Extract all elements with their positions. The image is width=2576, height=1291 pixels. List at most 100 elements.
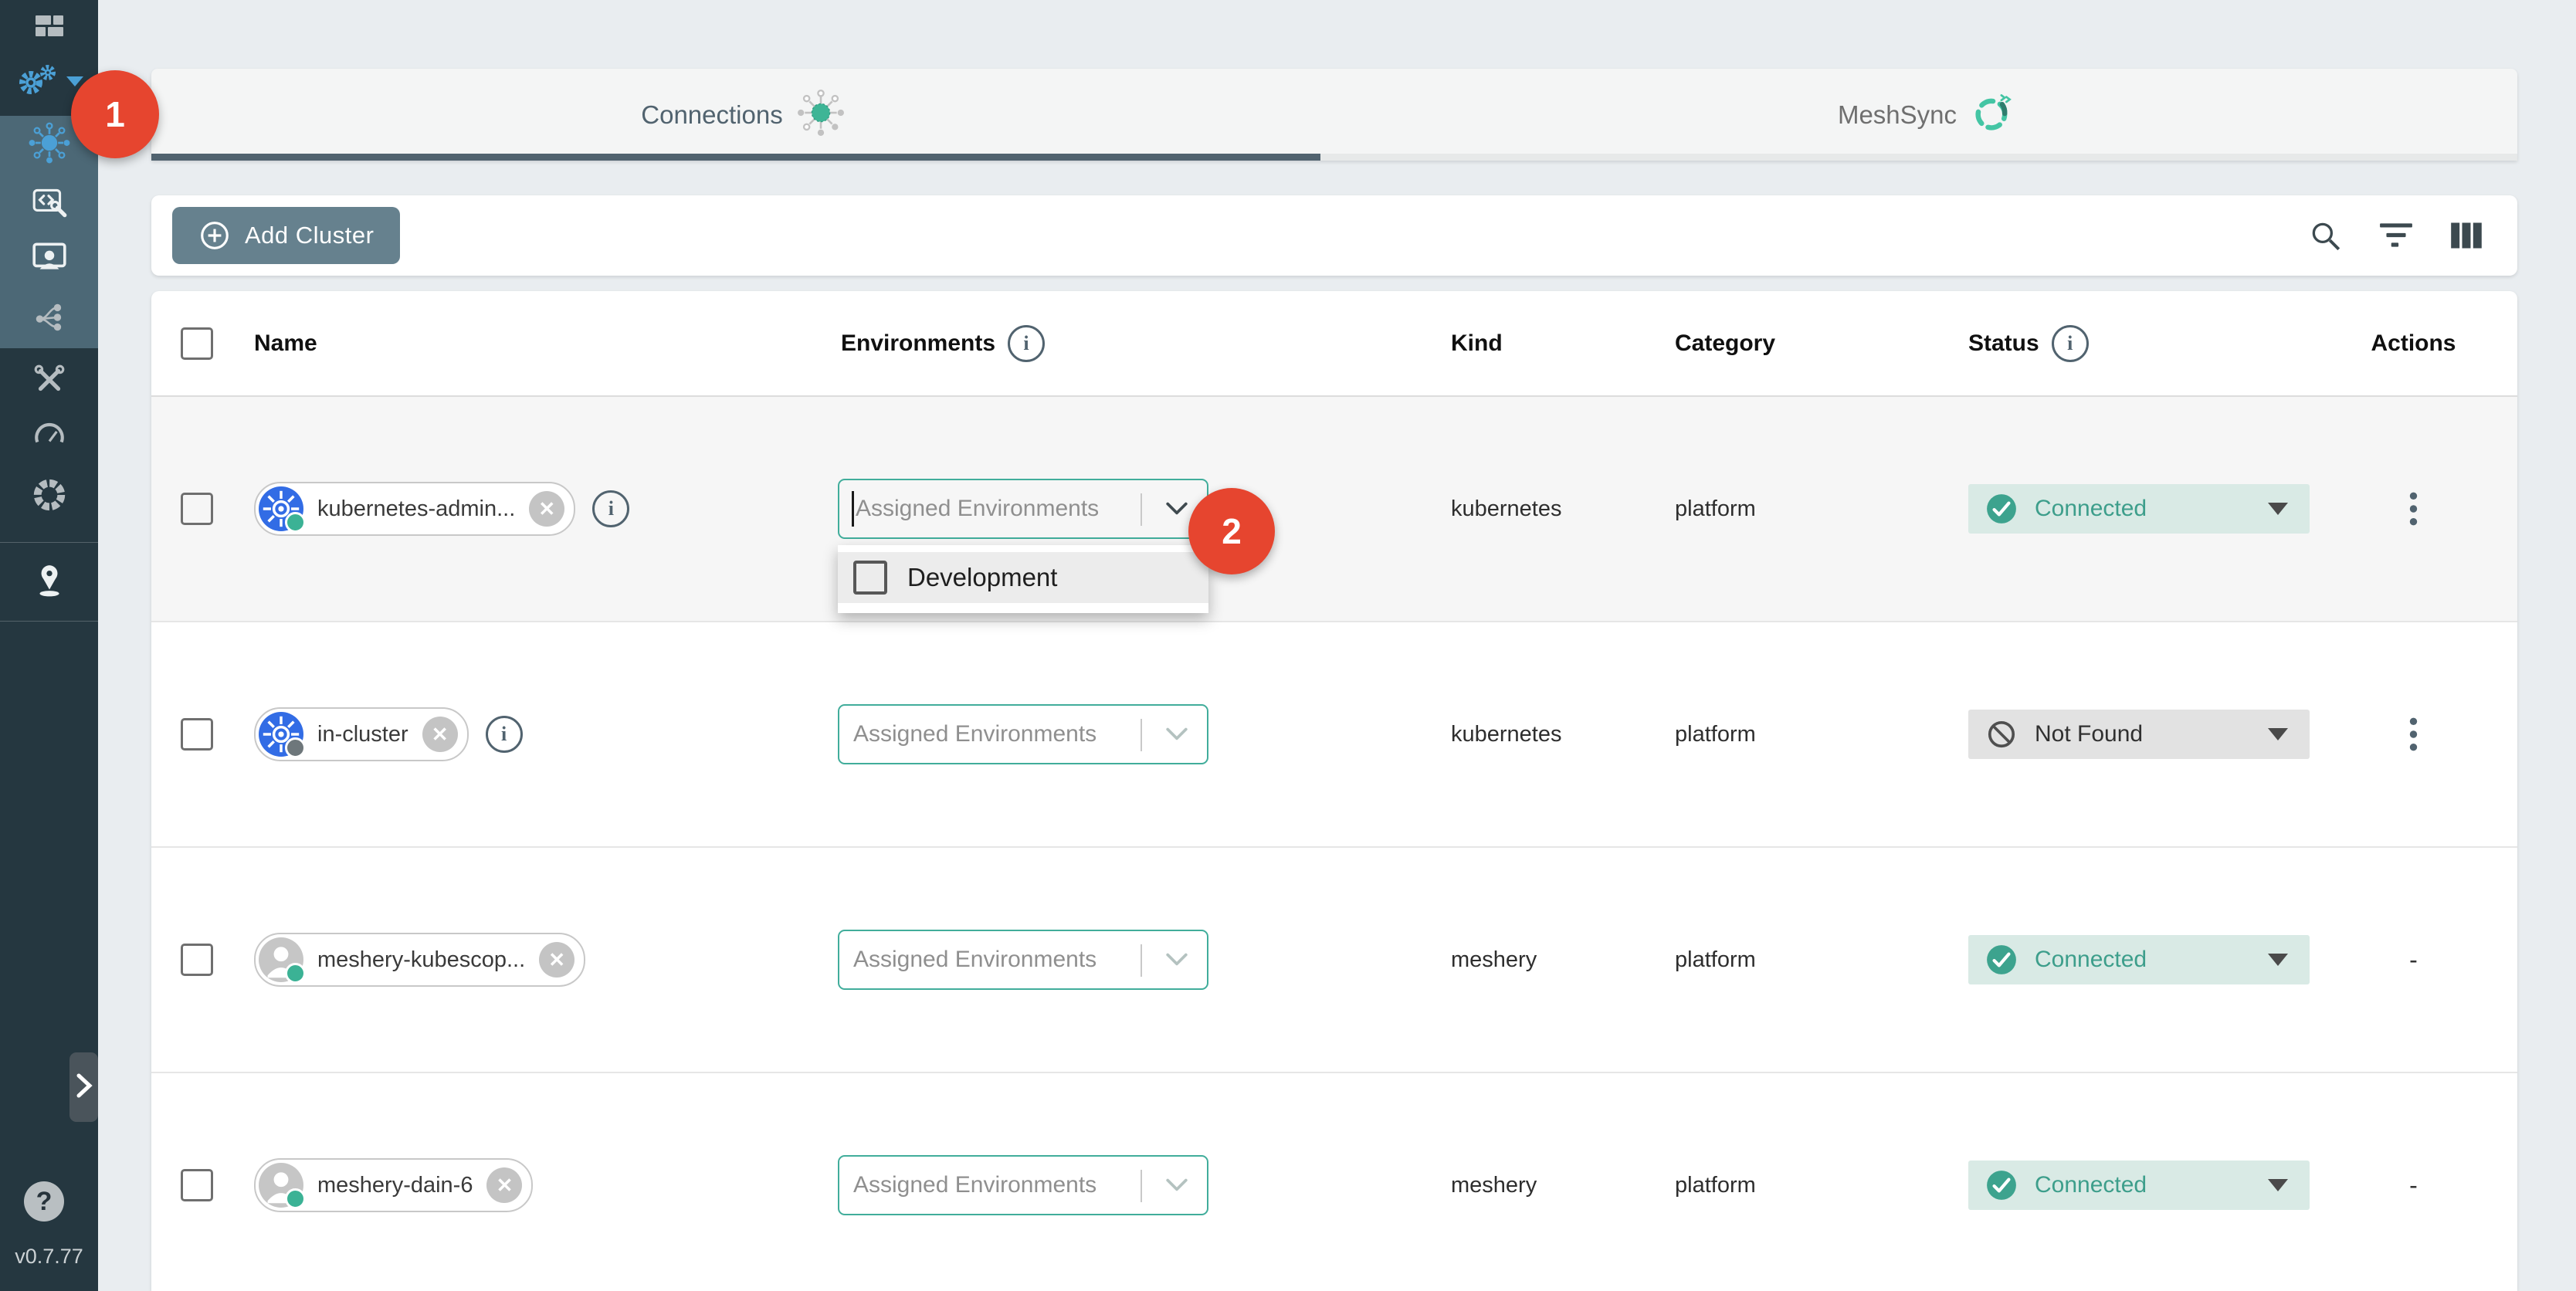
status-label: Connected: [2035, 496, 2147, 522]
columns-icon[interactable]: [2449, 221, 2483, 250]
connection-chip[interactable]: meshery-kubescop... ✕: [254, 933, 585, 987]
table-row: in-cluster ✕ i Assigned Environments kub…: [151, 622, 2517, 848]
connection-status-dot: [285, 963, 306, 984]
annotation-step-1: 1: [71, 70, 159, 158]
remove-connection-icon[interactable]: ✕: [539, 942, 575, 978]
plus-circle-icon: [198, 219, 231, 252]
meshery-app: ? v0.7.77 1 Connections MeshSync: [0, 0, 2576, 1291]
status-chip[interactable]: Connected: [1968, 935, 2310, 984]
chevron-down-icon[interactable]: [1165, 1177, 1188, 1193]
gears-icon: [15, 63, 59, 100]
meshery-logo-icon: [31, 476, 68, 517]
code-wrench-icon: [30, 185, 69, 224]
status-label: Not Found: [2035, 721, 2143, 747]
tab-meshsync-label: MeshSync: [1838, 100, 1957, 130]
connection-chip[interactable]: kubernetes-admin... ✕: [254, 482, 575, 536]
status-label: Connected: [2035, 1172, 2147, 1198]
check-circle-icon: [1985, 1169, 2018, 1201]
chevron-down-icon: [66, 76, 83, 86]
connections-table: Name Environmentsi Kind Category Statusi…: [151, 291, 2517, 1291]
kind-value: kubernetes: [1451, 722, 1562, 747]
table-row: meshery-kubescop... ✕ Assigned Environme…: [151, 848, 2517, 1073]
annotation-step-2: 2: [1188, 488, 1275, 574]
environments-info-icon[interactable]: i: [1008, 325, 1045, 362]
status-chip[interactable]: Not Found: [1968, 710, 2310, 759]
sidebar-item-service-mesh[interactable]: [0, 291, 98, 347]
environments-placeholder: Assigned Environments: [853, 721, 1096, 747]
row-checkbox[interactable]: [181, 493, 213, 525]
chevron-down-icon[interactable]: [1165, 952, 1188, 967]
connection-chip[interactable]: meshery-dain-6 ✕: [254, 1158, 533, 1212]
connection-chip[interactable]: in-cluster ✕: [254, 707, 469, 761]
tab-meshsync[interactable]: MeshSync: [1334, 69, 2517, 161]
sidebar-item-profiles[interactable]: [0, 232, 98, 287]
environments-select[interactable]: Assigned Environments: [838, 479, 1208, 539]
check-circle-icon: [1985, 493, 2018, 525]
user-avatar-icon: [259, 937, 303, 982]
sidebar-divider: [0, 621, 98, 622]
sidebar-item-adapters[interactable]: [0, 176, 98, 232]
add-cluster-button[interactable]: Add Cluster: [172, 207, 400, 264]
chevron-down-icon[interactable]: [1165, 727, 1188, 742]
category-value: platform: [1675, 1173, 1756, 1198]
environments-select[interactable]: Assigned Environments: [838, 930, 1208, 990]
status-caret-icon: [2268, 1179, 2288, 1191]
text-cursor: [852, 491, 854, 527]
connection-info-icon[interactable]: i: [592, 490, 629, 527]
help-button[interactable]: ?: [24, 1181, 64, 1222]
main-content: Connections MeshSync Add Cluster: [98, 0, 2576, 1291]
tab-bar: Connections MeshSync: [151, 69, 2517, 161]
question-mark-icon: ?: [36, 1187, 53, 1217]
remove-connection-icon[interactable]: ✕: [529, 491, 564, 527]
table-row: meshery-dain-6 ✕ Assigned Environments m…: [151, 1073, 2517, 1291]
version-label: v0.7.77: [0, 1245, 98, 1269]
location-pin-icon: [33, 562, 66, 601]
no-actions-dash: -: [2409, 1171, 2418, 1200]
remove-connection-icon[interactable]: ✕: [422, 717, 458, 752]
row-actions-menu-icon[interactable]: [2404, 712, 2423, 757]
row-actions-menu-icon[interactable]: [2404, 486, 2423, 531]
status-info-icon[interactable]: i: [2052, 325, 2089, 362]
row-checkbox[interactable]: [181, 944, 213, 976]
chevron-right-icon: [76, 1072, 93, 1103]
status-chip[interactable]: Connected: [1968, 1161, 2310, 1210]
select-divider: [1141, 944, 1142, 977]
sidebar-item-meshery-logo[interactable]: [0, 469, 98, 524]
add-cluster-label: Add Cluster: [245, 222, 374, 249]
environments-select[interactable]: Assigned Environments: [838, 1155, 1208, 1215]
row-checkbox[interactable]: [181, 718, 213, 751]
sidebar-item-performance[interactable]: [0, 406, 98, 462]
row-checkbox[interactable]: [181, 1169, 213, 1201]
search-icon[interactable]: [2307, 218, 2343, 253]
dashboard-icon: [32, 11, 66, 46]
dropdown-option-development[interactable]: Development: [838, 552, 1208, 603]
connection-status-dot: [285, 1188, 306, 1209]
connection-name: meshery-dain-6: [317, 1173, 473, 1198]
select-all-checkbox[interactable]: [181, 327, 213, 360]
connection-status-dot: [285, 512, 306, 533]
connection-info-icon[interactable]: i: [486, 716, 523, 753]
sidebar-expand-button[interactable]: [69, 1052, 98, 1122]
status-caret-icon: [2268, 954, 2288, 966]
screen-person-icon: [30, 240, 69, 280]
table-body: kubernetes-admin... ✕ i Assigned Environ…: [151, 397, 2517, 1291]
filter-icon[interactable]: [2378, 221, 2414, 250]
remove-connection-icon[interactable]: ✕: [486, 1167, 522, 1203]
tab-connections[interactable]: Connections: [151, 69, 1334, 161]
option-checkbox[interactable]: [853, 561, 887, 595]
lifecycle-submenu: [0, 116, 98, 348]
sidebar-item-location[interactable]: [0, 554, 98, 609]
header-category: Category: [1675, 330, 1775, 357]
category-value: platform: [1675, 947, 1756, 973]
table-header-row: Name Environmentsi Kind Category Statusi…: [151, 291, 2517, 397]
status-chip[interactable]: Connected: [1968, 484, 2310, 534]
connection-name: in-cluster: [317, 722, 408, 747]
meshsync-spinner-icon: [1971, 91, 2014, 138]
connections-hub-icon: [29, 122, 70, 168]
header-kind: Kind: [1451, 330, 1503, 357]
chevron-down-icon[interactable]: [1165, 501, 1188, 517]
sidebar-item-dashboard[interactable]: [0, 0, 98, 56]
environments-select[interactable]: Assigned Environments: [838, 704, 1208, 764]
sidebar-item-toolkit[interactable]: [0, 354, 98, 409]
header-actions: Actions: [2371, 330, 2456, 357]
